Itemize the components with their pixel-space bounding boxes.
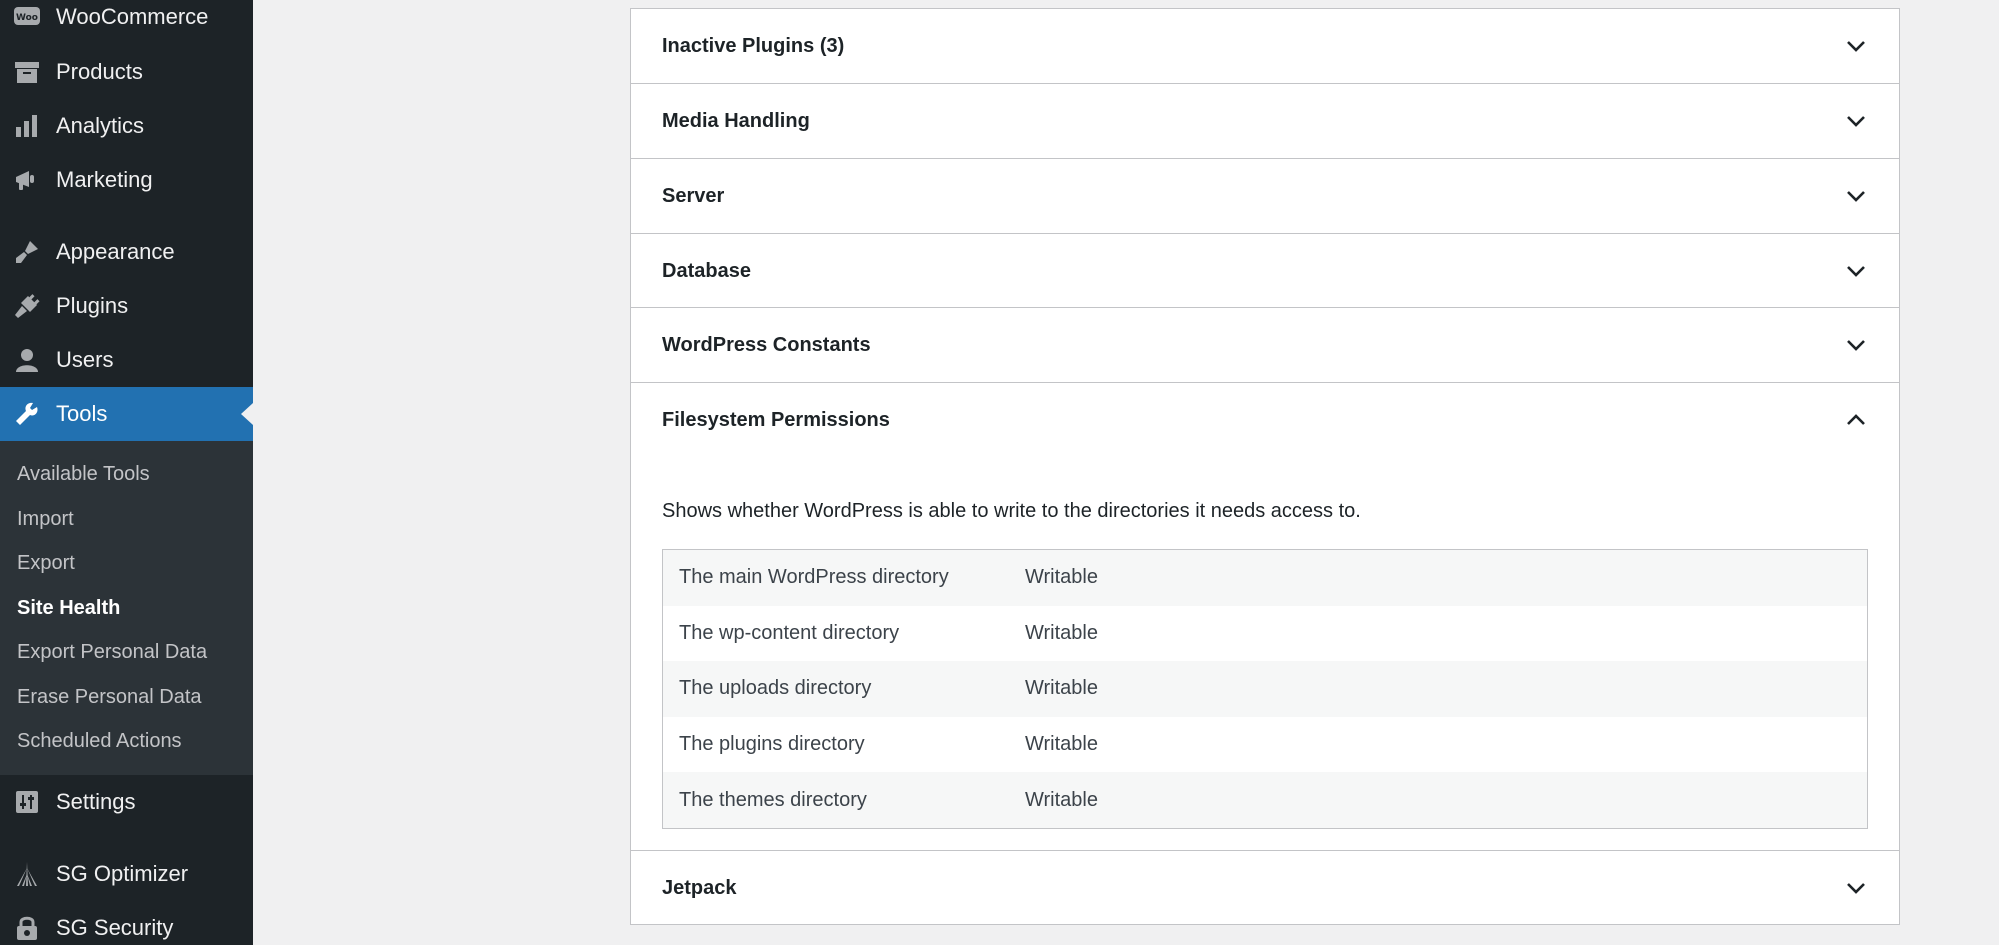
chevron-down-icon	[1843, 875, 1869, 901]
section-inactive-plugins: Inactive Plugins (3)	[630, 8, 1900, 84]
section-toggle[interactable]: WordPress Constants	[631, 308, 1899, 382]
admin-sidebar: Woo WooCommerce Products Analytics Marke…	[0, 0, 253, 945]
menu-label: Tools	[56, 401, 108, 426]
table-row: The wp-content directory Writable	[663, 605, 1867, 662]
menu-label: Plugins	[56, 293, 129, 318]
menu-label: SG Optimizer	[56, 861, 189, 886]
woo-icon: Woo	[12, 2, 42, 32]
permission-status: Writable	[1025, 733, 1098, 756]
chevron-up-icon	[1843, 407, 1869, 433]
menu-label: Appearance	[56, 239, 175, 264]
submenu-scheduled-actions[interactable]: Scheduled Actions	[17, 726, 182, 756]
plug-icon	[12, 291, 42, 321]
lock-gear-icon	[12, 913, 42, 943]
menu-label: Products	[56, 59, 143, 84]
menu-item-tools[interactable]: Tools	[0, 387, 253, 441]
megaphone-icon	[12, 165, 42, 195]
menu-item-users[interactable]: Users	[0, 333, 253, 387]
sg-optimizer-icon	[12, 859, 42, 889]
section-media-handling: Media Handling	[630, 83, 1900, 159]
section-database: Database	[630, 233, 1900, 309]
section-jetpack: Jetpack	[630, 850, 1900, 925]
permissions-table: The main WordPress directory Writable Th…	[662, 549, 1868, 829]
permission-directory: The wp-content directory	[679, 621, 900, 644]
menu-label: Analytics	[56, 113, 145, 138]
table-row: The main WordPress directory Writable	[663, 550, 1867, 606]
archive-icon	[12, 57, 42, 87]
menu-item-analytics[interactable]: Analytics	[0, 99, 253, 153]
permission-directory: The themes directory	[679, 788, 867, 811]
permission-directory: The plugins directory	[679, 733, 865, 756]
submenu-import[interactable]: Import	[17, 504, 74, 534]
table-row: The plugins directory Writable	[663, 716, 1867, 773]
permission-directory: The uploads directory	[679, 677, 872, 700]
menu-item-woocommerce[interactable]: Woo WooCommerce	[0, 0, 253, 44]
permission-status: Writable	[1025, 788, 1098, 811]
section-title: Filesystem Permissions	[662, 408, 890, 431]
submenu-erase-personal-data[interactable]: Erase Personal Data	[17, 682, 202, 712]
section-title: Database	[662, 259, 751, 282]
section-toggle[interactable]: Inactive Plugins (3)	[631, 9, 1899, 83]
menu-label: WooCommerce	[56, 4, 209, 29]
chevron-down-icon	[1843, 258, 1869, 284]
user-icon	[12, 345, 42, 375]
section-title: WordPress Constants	[662, 333, 871, 356]
menu-label: Marketing	[56, 167, 153, 192]
menu-label: Settings	[56, 789, 136, 814]
section-toggle[interactable]: Jetpack	[631, 851, 1899, 925]
permission-status: Writable	[1025, 677, 1098, 700]
menu-item-appearance[interactable]: Appearance	[0, 225, 253, 279]
table-row: The uploads directory Writable	[663, 661, 1867, 717]
menu-item-marketing[interactable]: Marketing	[0, 153, 253, 207]
section-filesystem-permissions: Filesystem Permissions Shows whether Wor…	[630, 382, 1900, 851]
menu-item-plugins[interactable]: Plugins	[0, 279, 253, 333]
paintbrush-icon	[12, 237, 42, 267]
submenu-available-tools[interactable]: Available Tools	[17, 459, 150, 489]
menu-item-sg-optimizer[interactable]: SG Optimizer	[0, 847, 253, 901]
menu-label: SG Security	[56, 915, 174, 940]
tools-submenu: Available Tools Import Export Site Healt…	[0, 441, 253, 775]
submenu-export[interactable]: Export	[17, 548, 75, 578]
menu-item-settings[interactable]: Settings	[0, 775, 253, 829]
section-title: Server	[662, 184, 725, 207]
section-toggle[interactable]: Media Handling	[631, 84, 1899, 158]
section-toggle[interactable]: Server	[631, 159, 1899, 233]
permission-directory: The main WordPress directory	[679, 566, 949, 589]
svg-text:Woo: Woo	[16, 13, 38, 23]
sliders-icon	[12, 787, 42, 817]
section-toggle[interactable]: Filesystem Permissions	[631, 383, 1899, 457]
bar-chart-icon	[12, 111, 42, 141]
section-title: Media Handling	[662, 109, 810, 132]
permission-status: Writable	[1025, 621, 1098, 644]
chevron-down-icon	[1843, 33, 1869, 59]
permission-status: Writable	[1025, 566, 1098, 589]
section-title: Inactive Plugins (3)	[662, 34, 845, 57]
section-server: Server	[630, 158, 1900, 234]
section-wordpress-constants: WordPress Constants	[630, 307, 1900, 383]
chevron-down-icon	[1843, 332, 1869, 358]
chevron-down-icon	[1843, 183, 1869, 209]
menu-item-sg-security[interactable]: SG Security	[0, 901, 253, 945]
table-row: The themes directory Writable	[663, 772, 1867, 828]
chevron-down-icon	[1843, 108, 1869, 134]
menu-item-products[interactable]: Products	[0, 45, 253, 99]
wrench-icon	[12, 399, 42, 429]
submenu-site-health[interactable]: Site Health	[17, 593, 120, 623]
submenu-export-personal-data[interactable]: Export Personal Data	[17, 637, 207, 667]
section-toggle[interactable]: Database	[631, 234, 1899, 308]
section-title: Jetpack	[662, 876, 737, 899]
section-description: Shows whether WordPress is able to write…	[662, 500, 1361, 522]
menu-label: Users	[56, 347, 114, 372]
